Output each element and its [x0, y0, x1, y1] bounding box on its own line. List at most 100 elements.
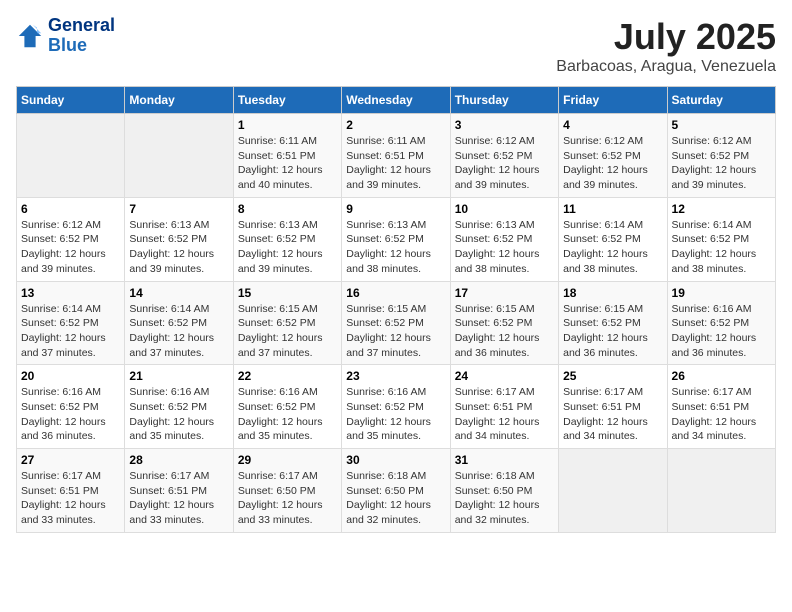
title-block: July 2025 Barbacoas, Aragua, Venezuela	[556, 16, 776, 76]
day-info: Sunrise: 6:12 AM Sunset: 6:52 PM Dayligh…	[672, 134, 771, 193]
calendar-cell: 27Sunrise: 6:17 AM Sunset: 6:51 PM Dayli…	[17, 449, 125, 533]
day-info: Sunrise: 6:13 AM Sunset: 6:52 PM Dayligh…	[129, 218, 228, 277]
calendar-cell: 13 Sunrise: 6:14 AM Sunset: 6:52 PM Dayli…	[17, 281, 125, 365]
calendar-cell: 17 Sunrise: 6:15 AM Sunset: 6:52 PM Dayli…	[450, 281, 558, 365]
day-info: Sunrise: 6:16 AM Sunset: 6:52 PM Dayligh…	[672, 302, 771, 361]
calendar-table: SundayMondayTuesdayWednesdayThursdayFrid…	[16, 86, 776, 533]
day-info: Sunrise: 6:14 AM Sunset: 6:52 PM Dayligh…	[563, 218, 662, 277]
day-info: Sunrise: 6:16 AM Sunset: 6:52 PM Dayligh…	[21, 385, 120, 444]
calendar-cell	[559, 449, 667, 533]
day-number: 30	[346, 453, 445, 467]
calendar-cell: 3 Sunrise: 6:12 AM Sunset: 6:52 PM Daylig…	[450, 114, 558, 198]
calendar-cell: 15 Sunrise: 6:15 AM Sunset: 6:52 PM Dayli…	[233, 281, 341, 365]
logo: General Blue	[16, 16, 115, 56]
day-number: 28	[129, 453, 228, 467]
day-header-thursday: Thursday	[450, 87, 558, 114]
day-header-sunday: Sunday	[17, 87, 125, 114]
day-number: 10	[455, 202, 554, 216]
day-headers-row: SundayMondayTuesdayWednesdayThursdayFrid…	[17, 87, 776, 114]
day-info: Sunrise: 6:14 AM Sunset: 6:52 PM Dayligh…	[21, 302, 120, 361]
calendar-cell: 14Sunrise: 6:14 AM Sunset: 6:52 PM Dayli…	[125, 281, 233, 365]
day-number: 1	[238, 118, 337, 132]
calendar-cell: 18Sunrise: 6:15 AM Sunset: 6:52 PM Dayli…	[559, 281, 667, 365]
day-number: 17	[455, 286, 554, 300]
day-number: 23	[346, 369, 445, 383]
day-info: Sunrise: 6:17 AM Sunset: 6:50 PM Dayligh…	[238, 469, 337, 528]
day-info: Sunrise: 6:15 AM Sunset: 6:52 PM Dayligh…	[238, 302, 337, 361]
calendar-cell: 1 Sunrise: 6:11 AM Sunset: 6:51 PM Daylig…	[233, 114, 341, 198]
day-number: 3	[455, 118, 554, 132]
day-info: Sunrise: 6:16 AM Sunset: 6:52 PM Dayligh…	[129, 385, 228, 444]
day-number: 29	[238, 453, 337, 467]
week-row-1: 1 Sunrise: 6:11 AM Sunset: 6:51 PM Daylig…	[17, 114, 776, 198]
day-number: 4	[563, 118, 662, 132]
calendar-cell: 19 Sunrise: 6:16 AM Sunset: 6:52 PM Dayli…	[667, 281, 775, 365]
calendar-cell: 10 Sunrise: 6:13 AM Sunset: 6:52 PM Dayli…	[450, 197, 558, 281]
day-info: Sunrise: 6:13 AM Sunset: 6:52 PM Dayligh…	[238, 218, 337, 277]
day-header-tuesday: Tuesday	[233, 87, 341, 114]
calendar-cell: 31 Sunrise: 6:18 AM Sunset: 6:50 PM Dayli…	[450, 449, 558, 533]
calendar-cell: 4 Sunrise: 6:12 AM Sunset: 6:52 PM Daylig…	[559, 114, 667, 198]
day-info: Sunrise: 6:17 AM Sunset: 6:51 PM Dayligh…	[129, 469, 228, 528]
day-info: Sunrise: 6:17 AM Sunset: 6:51 PM Dayligh…	[455, 385, 554, 444]
day-header-monday: Monday	[125, 87, 233, 114]
day-number: 8	[238, 202, 337, 216]
day-number: 26	[672, 369, 771, 383]
calendar-cell: 26 Sunrise: 6:17 AM Sunset: 6:51 PM Dayli…	[667, 365, 775, 449]
day-info: Sunrise: 6:18 AM Sunset: 6:50 PM Dayligh…	[455, 469, 554, 528]
day-number: 22	[238, 369, 337, 383]
day-info: Sunrise: 6:17 AM Sunset: 6:51 PM Dayligh…	[672, 385, 771, 444]
day-number: 9	[346, 202, 445, 216]
day-number: 12	[672, 202, 771, 216]
calendar-cell: 20 Sunrise: 6:16 AM Sunset: 6:52 PM Dayli…	[17, 365, 125, 449]
calendar-cell: 23 Sunrise: 6:16 AM Sunset: 6:52 PM Dayli…	[342, 365, 450, 449]
day-info: Sunrise: 6:17 AM Sunset: 6:51 PM Dayligh…	[563, 385, 662, 444]
calendar-cell	[125, 114, 233, 198]
day-number: 31	[455, 453, 554, 467]
day-number: 27	[21, 453, 120, 467]
day-info: Sunrise: 6:13 AM Sunset: 6:52 PM Dayligh…	[346, 218, 445, 277]
calendar-cell: 8 Sunrise: 6:13 AM Sunset: 6:52 PM Daylig…	[233, 197, 341, 281]
location-title: Barbacoas, Aragua, Venezuela	[556, 58, 776, 76]
calendar-cell: 25 Sunrise: 6:17 AM Sunset: 6:51 PM Dayli…	[559, 365, 667, 449]
day-info: Sunrise: 6:13 AM Sunset: 6:52 PM Dayligh…	[455, 218, 554, 277]
day-number: 15	[238, 286, 337, 300]
day-info: Sunrise: 6:12 AM Sunset: 6:52 PM Dayligh…	[563, 134, 662, 193]
calendar-cell: 21 Sunrise: 6:16 AM Sunset: 6:52 PM Dayli…	[125, 365, 233, 449]
day-info: Sunrise: 6:11 AM Sunset: 6:51 PM Dayligh…	[238, 134, 337, 193]
day-info: Sunrise: 6:18 AM Sunset: 6:50 PM Dayligh…	[346, 469, 445, 528]
day-info: Sunrise: 6:12 AM Sunset: 6:52 PM Dayligh…	[455, 134, 554, 193]
day-header-saturday: Saturday	[667, 87, 775, 114]
day-info: Sunrise: 6:11 AM Sunset: 6:51 PM Dayligh…	[346, 134, 445, 193]
day-number: 2	[346, 118, 445, 132]
day-number: 24	[455, 369, 554, 383]
day-info: Sunrise: 6:16 AM Sunset: 6:52 PM Dayligh…	[238, 385, 337, 444]
day-number: 13	[21, 286, 120, 300]
day-number: 19	[672, 286, 771, 300]
day-number: 5	[672, 118, 771, 132]
calendar-cell: 12Sunrise: 6:14 AM Sunset: 6:52 PM Dayli…	[667, 197, 775, 281]
day-header-wednesday: Wednesday	[342, 87, 450, 114]
calendar-cell: 29 Sunrise: 6:17 AM Sunset: 6:50 PM Dayli…	[233, 449, 341, 533]
calendar-cell: 7Sunrise: 6:13 AM Sunset: 6:52 PM Daylig…	[125, 197, 233, 281]
calendar-cell: 11 Sunrise: 6:14 AM Sunset: 6:52 PM Dayli…	[559, 197, 667, 281]
day-info: Sunrise: 6:14 AM Sunset: 6:52 PM Dayligh…	[129, 302, 228, 361]
day-number: 18	[563, 286, 662, 300]
calendar-cell: 30 Sunrise: 6:18 AM Sunset: 6:50 PM Dayli…	[342, 449, 450, 533]
day-number: 20	[21, 369, 120, 383]
calendar-cell: 5 Sunrise: 6:12 AM Sunset: 6:52 PM Daylig…	[667, 114, 775, 198]
day-info: Sunrise: 6:16 AM Sunset: 6:52 PM Dayligh…	[346, 385, 445, 444]
day-header-friday: Friday	[559, 87, 667, 114]
week-row-5: 27 Sunrise: 6:17 AM Sunset: 6:51 PM Dayli…	[17, 449, 776, 533]
calendar-cell: 16Sunrise: 6:15 AM Sunset: 6:52 PM Dayli…	[342, 281, 450, 365]
month-title: July 2025	[556, 16, 776, 58]
day-number: 25	[563, 369, 662, 383]
calendar-cell	[667, 449, 775, 533]
calendar-cell: 28 Sunrise: 6:17 AM Sunset: 6:51 PM Dayli…	[125, 449, 233, 533]
day-info: Sunrise: 6:15 AM Sunset: 6:52 PM Dayligh…	[455, 302, 554, 361]
day-number: 6	[21, 202, 120, 216]
day-number: 11	[563, 202, 662, 216]
week-row-2: 6Sunrise: 6:12 AM Sunset: 6:52 PM Daylig…	[17, 197, 776, 281]
day-number: 21	[129, 369, 228, 383]
logo-text: General Blue	[48, 16, 115, 56]
